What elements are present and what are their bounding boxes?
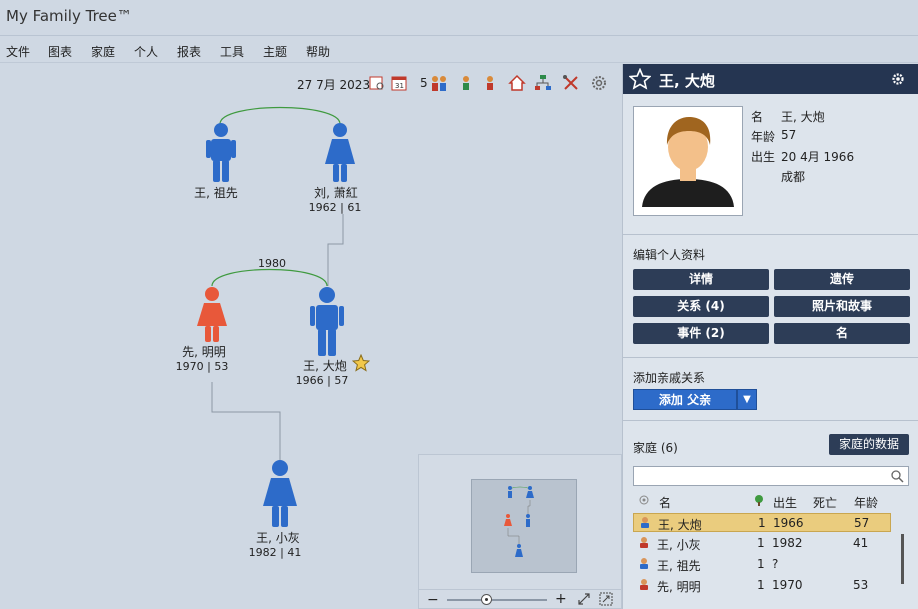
title-bar: My Family Tree™ [0,0,918,36]
fact-name-value: 王, 大炮 [781,110,825,124]
row-generation: 1 [757,578,765,592]
edit-section-title: 编辑个人资料 [633,248,706,262]
family-title: 家庭 (6) [633,441,678,455]
person-years: 1970 | 53 [175,360,229,373]
column-born[interactable]: 出生 [773,494,797,511]
row-name: 王, 小灰 [657,538,701,552]
expand-icon[interactable] [577,592,591,609]
menu-person[interactable]: 个人 [134,43,158,60]
fact-age-label: 年龄 [751,130,776,144]
relationships-button[interactable]: 关系 (4) [633,296,769,317]
fact-age-value: 57 [781,128,797,142]
person-female-icon [638,578,650,593]
chevron-down-icon[interactable]: ▼ [737,389,757,410]
gender-column-icon[interactable] [639,494,649,508]
family-row[interactable]: 先, 明明 1 1970 53 [633,576,891,595]
minimap-viewport[interactable] [471,479,577,573]
zoom-in-icon[interactable]: + [555,592,567,606]
column-age[interactable]: 年龄 [854,494,878,511]
panel-header: 王, 大炮 [623,64,918,94]
family-row[interactable]: 王, 小灰 1 1982 41 [633,534,891,553]
person-name[interactable]: 王, 小灰 [256,529,300,546]
person-years: 1966 | 57 [295,374,349,387]
family-row[interactable]: 王, 大炮 1 1966 57 [633,513,891,532]
person-years: 1962 | 61 [308,201,362,214]
person-male-icon[interactable] [205,122,237,185]
gear-icon[interactable] [891,72,905,89]
family-search-input[interactable] [633,466,909,486]
person-name[interactable]: 王, 大炮 [303,357,347,374]
app-title: My Family Tree™ [6,7,132,25]
menu-tools[interactable]: 工具 [220,43,244,60]
menu-family[interactable]: 家庭 [91,43,115,60]
row-age: 57 [854,516,870,530]
events-button[interactable]: 事件 (2) [633,323,769,344]
names-button[interactable]: 名 [774,323,910,344]
fact-birth-label: 出生 [751,150,776,164]
row-born: 1970 [772,578,803,592]
fact-birth-place: 成都 [781,170,806,184]
fit-screen-icon[interactable] [599,592,613,609]
menu-help[interactable]: 帮助 [306,43,330,60]
marriage-year: 1980 [258,257,286,270]
divider [623,420,918,421]
minimap-panel: − + [418,454,623,609]
tree-canvas[interactable]: 27 7月 2023 31 5 1980 王, 祖先 刘, 萧紅 1962 | … [0,64,623,609]
menu-charts[interactable]: 图表 [48,43,72,60]
genetics-button[interactable]: 遗传 [774,269,910,290]
profile-photo[interactable] [633,106,743,216]
row-age: 41 [853,536,869,550]
menu-reports[interactable]: 报表 [177,43,201,60]
row-name: 王, 祖先 [657,559,701,573]
column-name[interactable]: 名 [659,494,671,511]
row-age: 53 [853,578,869,592]
row-name: 先, 明明 [657,580,701,594]
details-button[interactable]: 详情 [633,269,769,290]
add-father-button[interactable]: 添加 父亲 [633,389,737,410]
menu-bar: 文件 图表 家庭 个人 报表 工具 主题 帮助 [0,37,918,63]
person-female-icon[interactable] [260,459,300,530]
zoom-out-icon[interactable]: − [427,593,439,607]
person-years: 1982 | 41 [248,546,302,559]
person-panel: 王, 大炮 名 王, 大炮 年龄 57 出生 20 4月 1966 成都 编辑个… [622,64,918,609]
menu-file[interactable]: 文件 [6,43,30,60]
family-data-button[interactable]: 家庭的数据 [829,434,909,455]
person-name[interactable]: 王, 祖先 [194,184,238,201]
panel-person-name: 王, 大炮 [659,72,715,90]
tree-column-icon[interactable] [754,494,764,509]
person-female-icon[interactable] [194,286,230,345]
menu-theme[interactable]: 主题 [263,43,287,60]
star-outline-icon[interactable] [628,67,652,93]
family-row[interactable]: 王, 祖先 1 ? [633,555,891,574]
row-born: 1966 [773,516,804,530]
row-generation: 1 [757,557,765,571]
row-generation: 1 [757,536,765,550]
divider [623,357,918,358]
person-name[interactable]: 先, 明明 [182,343,226,360]
zoom-slider[interactable] [447,599,547,601]
zoom-bar: − + [419,589,623,609]
person-female-icon[interactable] [322,122,358,185]
person-name[interactable]: 刘, 萧紅 [314,184,358,201]
row-born: 1982 [772,536,803,550]
column-died[interactable]: 死亡 [813,494,837,511]
fact-name-label: 名 [751,110,764,124]
zoom-slider-handle[interactable] [481,594,492,605]
person-male-icon [638,557,650,572]
add-relative-title: 添加亲戚关系 [633,371,706,385]
row-name: 王, 大炮 [658,518,702,532]
table-scrollbar[interactable] [901,534,904,584]
row-generation: 1 [758,516,766,530]
photos-stories-button[interactable]: 照片和故事 [774,296,910,317]
fact-birth-value: 20 4月 1966 [781,150,855,164]
divider [623,234,918,235]
person-male-icon [639,516,651,531]
search-icon[interactable] [890,469,904,486]
family-table-header: 名 出生 死亡 年龄 [633,492,909,510]
star-icon [351,353,371,375]
person-female-icon [638,536,650,551]
row-born: ? [772,557,779,571]
person-male-icon[interactable] [310,286,344,359]
